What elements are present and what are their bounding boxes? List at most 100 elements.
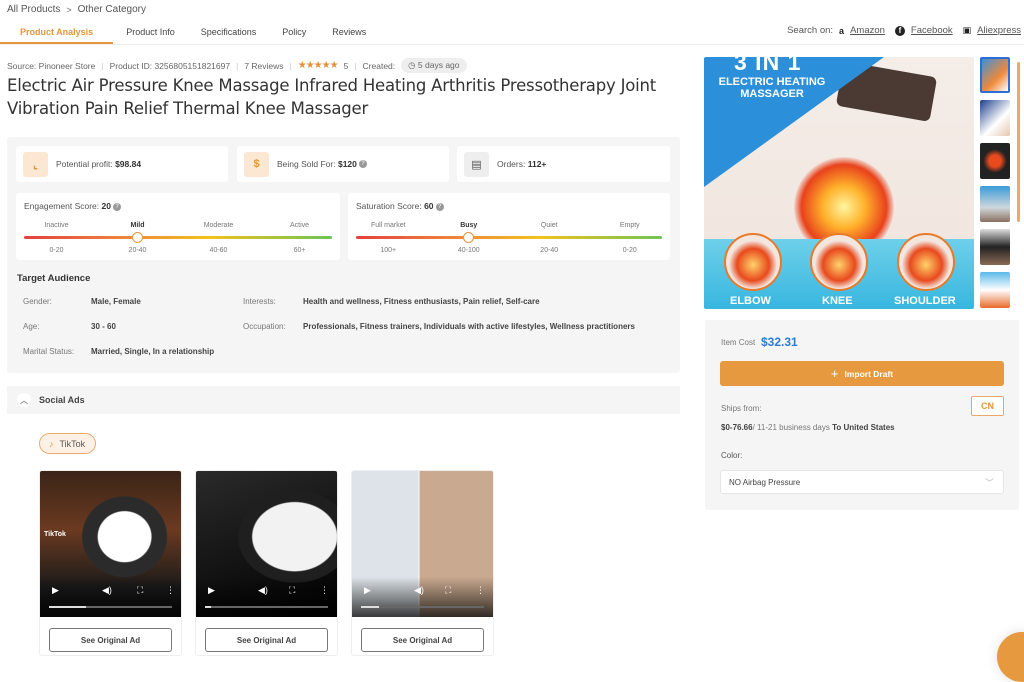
ad-video[interactable]: ▶ ◀) ⛶ ⋮ [352, 471, 493, 617]
tab-policy[interactable]: Policy [269, 20, 319, 44]
tab-product-analysis[interactable]: Product Analysis [0, 20, 114, 44]
play-icon[interactable]: ▶ [364, 585, 371, 596]
product-main-image[interactable]: 3 IN 1 ELECTRIC HEATING MASSAGER ELBOW K… [704, 57, 974, 309]
import-draft-button[interactable]: + Import Draft [720, 361, 1004, 386]
ad-video[interactable]: TikTok ▶ ◀) ⛶ ⋮ [40, 471, 181, 617]
profit-label: Potential profit: [56, 159, 113, 169]
item-cost-label: Item Cost [721, 338, 756, 347]
analysis-panel: ⌞ Potential profit: $98.84 $ Being Sold … [7, 137, 680, 373]
breadcrumb-current[interactable]: Other Category [78, 4, 146, 15]
ships-from-label: Ships from: [721, 404, 762, 413]
engagement-value: 20 [101, 201, 111, 211]
fullscreen-icon[interactable]: ⛶ [445, 585, 451, 596]
age-value: 30 - 60 [91, 322, 116, 331]
video-progress[interactable] [205, 606, 328, 608]
chevron-up-icon[interactable]: ︿ [17, 393, 31, 407]
fullscreen-icon[interactable]: ⛶ [289, 585, 295, 596]
tab-product-info[interactable]: Product Info [113, 20, 188, 44]
knee-circle [810, 233, 868, 291]
ship-price: $0-76.66 [721, 423, 753, 432]
ad-card: ▶ ◀) ⛶ ⋮ See Original Ad [351, 470, 494, 656]
sold-for-label: Being Sold For: [277, 159, 336, 169]
rating-value: 5 [343, 60, 349, 71]
video-progress[interactable] [49, 606, 172, 608]
volume-icon[interactable]: ◀) [414, 585, 424, 596]
tiktok-filter-chip[interactable]: ♪ TikTok [39, 433, 97, 454]
color-select[interactable]: NO Airbag Pressure ﹀ [720, 470, 1004, 494]
engagement-level: Moderate [203, 222, 234, 229]
breadcrumb-root[interactable]: All Products [7, 4, 60, 15]
aliexpress-link[interactable]: Aliexpress [977, 25, 1021, 36]
saturation-range: 40-100 [457, 247, 480, 254]
engagement-level-selected: Mild [130, 222, 145, 229]
image-label: KNEE [822, 295, 853, 307]
interests-value: Health and wellness, Fitness enthusiasts… [303, 297, 540, 306]
thumbnail[interactable] [980, 272, 1010, 308]
thumbnail-scrollbar[interactable] [1017, 62, 1020, 222]
more-icon[interactable]: ⋮ [476, 585, 485, 596]
see-original-ad-button[interactable]: See Original Ad [49, 628, 172, 652]
thumbnail[interactable] [980, 143, 1010, 179]
source-text[interactable]: Source: Pinoneer Store [7, 61, 95, 71]
sold-for-card: $ Being Sold For: $120? [237, 146, 449, 182]
facebook-link[interactable]: Facebook [911, 25, 953, 36]
sold-for-value: $120 [337, 159, 357, 169]
color-label: Color: [721, 451, 743, 460]
saturation-range: 100+ [380, 247, 397, 254]
image-label: ELBOW [730, 295, 771, 307]
engagement-indicator [132, 232, 143, 243]
saturation-level: Full market [370, 222, 406, 229]
thumbnail[interactable] [980, 186, 1010, 222]
saturation-label: Saturation Score: [356, 201, 422, 211]
help-icon[interactable]: ? [358, 160, 367, 168]
tiktok-icon: ♪ [49, 438, 54, 449]
play-icon[interactable]: ▶ [52, 585, 59, 596]
thumbnail[interactable] [980, 100, 1010, 136]
ship-days: / 11-21 business days [752, 423, 830, 432]
engagement-range: 60+ [293, 247, 306, 254]
ad-video[interactable]: ▶ ◀) ⛶ ⋮ [196, 471, 337, 617]
aliexpress-icon: ▣ [962, 25, 972, 35]
thumbnail[interactable] [980, 57, 1010, 93]
tab-specifications[interactable]: Specifications [188, 20, 270, 44]
fullscreen-icon[interactable]: ⛶ [137, 585, 143, 596]
engagement-gradient-bar [24, 236, 332, 239]
thumbnail[interactable] [980, 229, 1010, 265]
ship-destination: To United States [832, 423, 895, 432]
saturation-level: Quiet [540, 222, 558, 229]
created-value: 5 days ago [417, 60, 460, 70]
elbow-circle [724, 233, 782, 291]
help-icon[interactable]: ? [112, 202, 121, 211]
play-icon[interactable]: ▶ [208, 585, 215, 596]
facebook-icon: f [894, 25, 905, 36]
volume-icon[interactable]: ◀) [258, 585, 268, 596]
saturation-score-card: Saturation Score: 60? Full market Busy Q… [348, 193, 670, 260]
video-progress[interactable] [361, 606, 484, 608]
dollar-icon: $ [244, 151, 269, 177]
product-title: Electric Air Pressure Knee Massage Infra… [7, 76, 657, 118]
purchase-panel: Item Cost $32.31 + Import Draft Ships fr… [705, 320, 1019, 510]
occupation-value: Professionals, Fitness trainers, Individ… [303, 322, 635, 331]
ships-from-option-cn[interactable]: CN [971, 396, 1004, 416]
see-original-ad-button[interactable]: See Original Ad [361, 628, 484, 652]
saturation-range: 20-40 [540, 247, 559, 254]
orders-value: 112+ [527, 159, 547, 169]
profit-value: $98.84 [115, 159, 142, 169]
help-icon[interactable]: ? [435, 202, 444, 211]
import-draft-label: Import Draft [844, 368, 894, 379]
floating-action-button[interactable] [997, 632, 1024, 682]
search-on-bar: Search on: a Amazon f Facebook ▣ Aliexpr… [787, 25, 1021, 36]
engagement-range: 20-40 [128, 247, 147, 254]
shoulder-circle [897, 233, 955, 291]
social-ads-header[interactable]: ︿ Social Ads [7, 386, 680, 414]
amazon-link[interactable]: Amazon [850, 25, 885, 36]
saturation-indicator [463, 232, 475, 243]
more-icon[interactable]: ⋮ [320, 585, 329, 596]
saturation-range: 0-20 [622, 247, 637, 254]
reviews-count: 7 Reviews [244, 60, 284, 71]
more-icon[interactable]: ⋮ [166, 585, 175, 596]
tab-reviews[interactable]: Reviews [319, 20, 379, 44]
volume-icon[interactable]: ◀) [102, 585, 112, 596]
interests-label: Interests: [243, 297, 276, 306]
see-original-ad-button[interactable]: See Original Ad [205, 628, 328, 652]
